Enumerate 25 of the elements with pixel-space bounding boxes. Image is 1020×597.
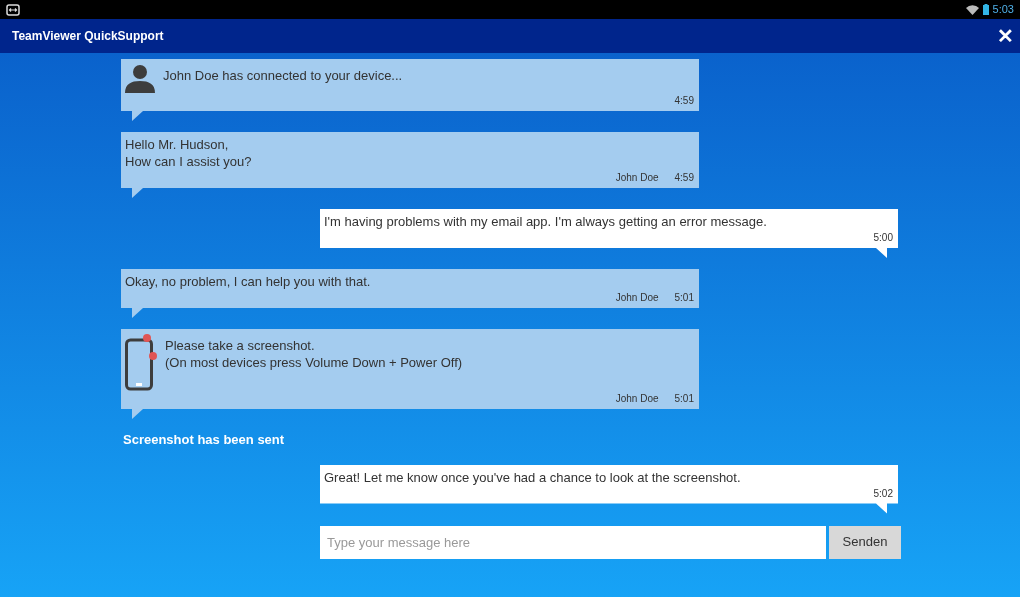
send-button[interactable]: Senden xyxy=(829,525,901,559)
message-field[interactable]: Type your message here xyxy=(320,525,826,559)
status-message: Screenshot has been sent xyxy=(123,431,286,449)
app-icon xyxy=(6,3,20,16)
message-text: Great! Let me know once you've had a chance to look at the screenshot. xyxy=(324,468,741,486)
message-text: I'm having problems with my email app. I'm always getting an error message. xyxy=(324,213,767,230)
message-time: 4:59 xyxy=(674,95,694,107)
message-text: Okay, no problem, I can help you with that. xyxy=(125,273,371,290)
sender-name: John Doe xyxy=(615,292,659,304)
message-text: Please take a screenshot. (On most devices press Volume Down + Power Off) xyxy=(165,337,463,371)
message-time: 5:01 xyxy=(674,393,694,405)
message-time: 4:59 xyxy=(674,172,694,184)
wifi-icon xyxy=(965,4,979,15)
message-time: 5:02 xyxy=(873,487,893,500)
person-icon xyxy=(125,63,155,93)
message-time: 5:01 xyxy=(674,292,694,304)
status-time: 5:03 xyxy=(992,2,1014,18)
window-title: TeamViewer QuickSupport xyxy=(12,28,164,45)
message-text: Hello Mr. Hudson, How can I assist you? xyxy=(125,136,252,170)
message-time: 5:00 xyxy=(873,232,893,244)
battery-icon xyxy=(982,4,989,15)
sender-name: John Doe xyxy=(615,393,659,405)
close-button[interactable]: ✕ xyxy=(997,26,1014,46)
sender-name: John Doe xyxy=(615,172,659,184)
message-text: John Doe has connected to your device... xyxy=(163,67,403,84)
